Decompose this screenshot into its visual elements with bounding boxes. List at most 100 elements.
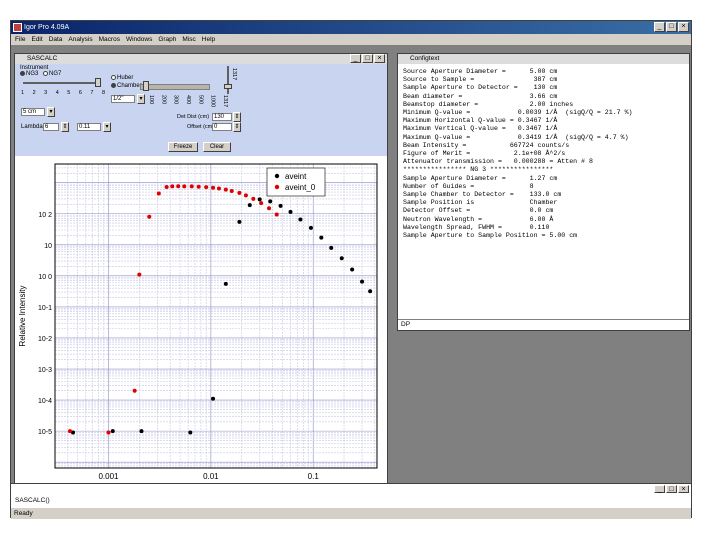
menu-data[interactable]: Data [49,34,63,45]
data-point-aveint [368,289,373,294]
config-line: Detector Offset = 0.0 cm [403,207,554,215]
aperture-dropdown-button[interactable]: ▾ [137,94,145,104]
command-maximize-button[interactable]: □ [666,485,677,493]
menu-analysis[interactable]: Analysis [68,34,92,45]
legend-label: aveint [285,172,307,181]
data-point-aveint [339,256,344,261]
clear-button[interactable]: Clear [203,142,231,152]
vertical-slider-track[interactable] [227,66,229,94]
data-point-aveint-0 [156,191,161,196]
data-point-aveint-0 [106,430,111,435]
aperture-value: 1/2" [113,96,124,102]
guide-tick: 7 [90,90,94,96]
config-line: Source to Sample = 387 cm [403,76,558,84]
det-dist-input[interactable]: 130 [212,113,232,121]
det-dist-label: Det Dist (cm) [177,114,210,120]
menu-file[interactable]: File [15,34,25,45]
sdd-slider-handle[interactable] [143,81,149,91]
huber-radio-dot [111,75,116,80]
aperture-select[interactable]: 1/2" [111,95,135,103]
close-button[interactable]: × [678,22,689,32]
offset-input[interactable]: 0 [212,123,232,131]
data-point-aveint [247,203,252,208]
sascalc-minimize-button[interactable]: _ [350,54,361,63]
data-point-aveint-0 [189,184,194,189]
maximize-button[interactable]: □ [666,22,677,32]
freeze-button[interactable]: Freeze [168,142,198,152]
data-point-aveint-0 [196,184,201,189]
configtext-title: Configtext [410,55,440,62]
offset-select[interactable]: 5 cm [21,108,45,116]
configtext-titlebar[interactable]: Configtext [398,54,689,64]
spread-select[interactable]: 0.11 [77,123,101,131]
menu-macros[interactable]: Macros [99,34,120,45]
sascalc-maximize-button[interactable]: □ [362,54,373,63]
guide-tick: 1 [21,90,25,96]
spread-dropdown-button[interactable]: ▾ [103,122,111,132]
app-title: Igor Pro 4.09A [24,24,70,31]
menu-misc[interactable]: Misc [182,34,195,45]
command-close-button[interactable]: × [678,485,689,493]
configtext-command-line[interactable]: DP [398,319,689,330]
offset-dropdown-button[interactable]: ▾ [47,107,55,117]
guide-slider-handle[interactable] [95,78,101,87]
data-point-aveint-0 [132,388,137,393]
menu-edit[interactable]: Edit [31,34,42,45]
config-line: Wavelength Spread, FWHM = 0.110 [403,223,550,231]
data-point-aveint [288,209,293,214]
menu-help[interactable]: Help [202,34,215,45]
menu-graph[interactable]: Graph [158,34,176,45]
data-point-aveint [268,199,273,204]
data-point-aveint-0 [259,201,264,206]
data-point-aveint-0 [243,193,248,198]
det-dist-value: 130 [214,114,225,120]
config-line: Sample Aperture Diameter = 1.27 cm [403,174,558,182]
vertical-slider-handle[interactable] [224,84,232,89]
data-point-aveint [360,279,365,284]
sascalc-titlebar[interactable]: SASCALC _ □ × [15,54,387,64]
guide-slider-track[interactable] [23,82,101,84]
command-window[interactable]: _ □ × SASCALC() [11,483,691,509]
x-tick-label: 0.1 [308,472,320,481]
lambda-stepper[interactable]: ⇕ [61,122,69,132]
config-line: Beam diameter = 3.66 cm [403,92,558,100]
ng3-radio[interactable]: NG3 [20,71,38,77]
minimize-button[interactable]: _ [654,22,665,32]
data-point-aveint [257,197,262,202]
det-dist-stepper[interactable]: ⇕ [233,112,241,122]
y-tick-label: 10-2 [38,336,52,343]
offset-stepper[interactable]: ⇕ [233,122,241,132]
legend-marker [274,173,280,179]
menu-windows[interactable]: Windows [126,34,152,45]
data-point-aveint-0 [223,187,228,192]
ng7-label: NG7 [49,71,62,78]
legend-label: aveint_0 [285,183,316,192]
data-point-aveint-0 [267,206,272,211]
data-point-aveint-0 [211,185,216,190]
x-tick-label: 0.001 [98,472,119,481]
lambda-input[interactable]: 6 [43,123,59,131]
huber-radio[interactable]: Huber [111,75,133,81]
data-point-aveint-0 [237,190,242,195]
config-line: Sample Aperture to Sample Position = 5.0… [403,232,578,240]
config-line: Number of Guides = 8 [403,182,534,190]
config-line: Minimum Q-value = 0.0039 1/Å (sigQ/Q = 2… [403,109,633,117]
chamber-radio[interactable]: Chamber [111,83,142,89]
ng7-radio[interactable]: NG7 [43,71,61,77]
sdd-tick: 200 [160,95,167,105]
offset-value: 0 [214,124,218,130]
control-panel: Instrument NG3 NG7 1 2 3 4 5 6 7 8 Huber… [15,64,387,156]
guide-tick: 5 [67,90,71,96]
sascalc-close-button[interactable]: × [374,54,385,63]
y-tick-label: 10-3 [38,367,52,374]
config-line: Maximum Vertical Q-value = 0.3467 1/Å [403,125,558,133]
y-tick-label: 10-4 [38,398,52,405]
y-tick-label: 10 [44,243,52,250]
ng3-radio-dot [20,71,25,76]
offset-label: Offset (cm) [187,124,215,130]
guide-tick: 4 [55,90,59,96]
command-minimize-button[interactable]: _ [654,485,665,493]
data-point-aveint-0 [182,184,187,189]
data-point-aveint-0 [67,429,72,434]
sdd-slider-track[interactable] [140,84,210,90]
